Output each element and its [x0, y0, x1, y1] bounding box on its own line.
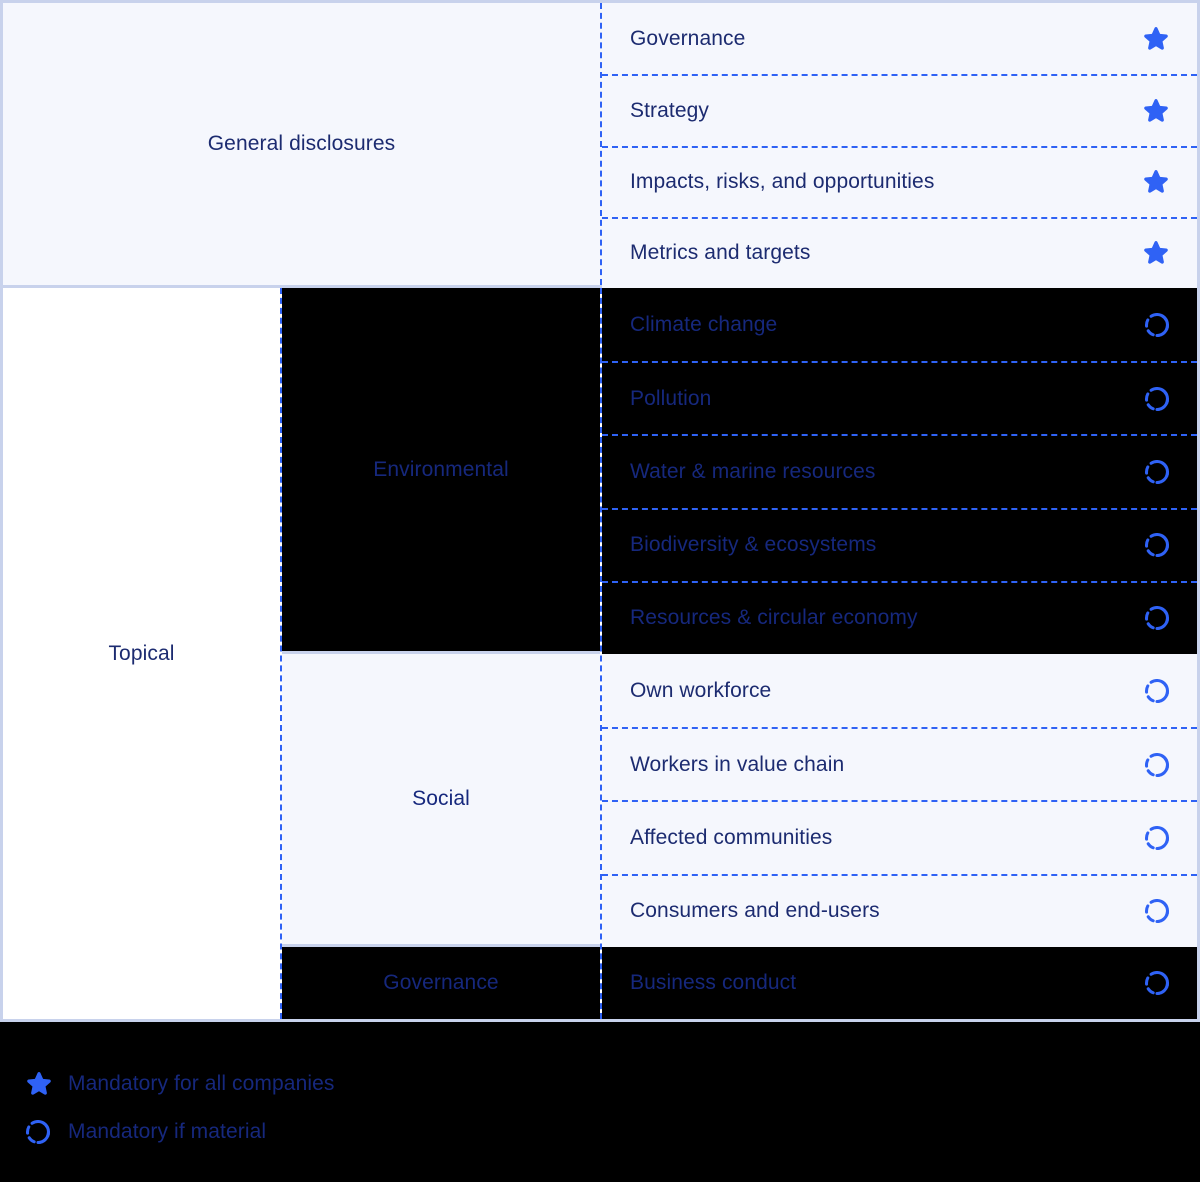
topic-row[interactable]: Workers in value chain	[602, 727, 1197, 801]
star-icon	[24, 1069, 68, 1099]
topic-list-environmental: Climate change Pollution Water & marine …	[602, 288, 1197, 654]
topic-label: Affected communities	[630, 825, 833, 849]
pillar-cell-social: Social	[282, 654, 600, 947]
topic-row[interactable]: Metrics and targets	[602, 216, 1197, 288]
dashed-circle-icon	[1143, 824, 1171, 852]
legend: Mandatory for all companies Mandatory if…	[0, 1022, 1200, 1182]
topic-row[interactable]: Strategy	[602, 74, 1197, 146]
topic-row[interactable]: Water & marine resources	[602, 434, 1197, 508]
legend-item-mandatory-if-material: Mandatory if material	[24, 1108, 1200, 1156]
dashed-circle-icon	[1143, 311, 1171, 339]
dashed-circle-icon	[1143, 458, 1171, 486]
topic-label: Impacts, risks, and opportunities	[630, 170, 935, 194]
topic-label: Pollution	[630, 386, 712, 410]
topic-label: Water & marine resources	[630, 459, 876, 483]
topic-row[interactable]: Affected communities	[602, 800, 1197, 874]
dashed-circle-icon	[1143, 969, 1171, 997]
dashed-circle-icon	[24, 1118, 68, 1146]
group-label-topical: Topical	[108, 641, 175, 665]
pillar-cell-environmental: Environmental	[282, 288, 600, 654]
pillar-label: Governance	[383, 971, 499, 994]
group-label-general-disclosures: General disclosures	[207, 132, 396, 155]
disclosure-matrix-table: General disclosures Governance Strategy	[0, 0, 1200, 1022]
group-cell-general-disclosures: General disclosures	[3, 3, 600, 285]
topic-label: Biodiversity & ecosystems	[630, 533, 877, 557]
topic-row[interactable]: Impacts, risks, and opportunities	[602, 145, 1197, 217]
dashed-circle-icon	[1143, 385, 1171, 413]
topic-label: Climate change	[630, 312, 778, 336]
star-icon	[1141, 167, 1171, 197]
topic-row[interactable]: Governance	[602, 3, 1197, 75]
topic-row[interactable]: Climate change	[602, 288, 1197, 362]
star-icon	[1141, 238, 1171, 268]
topic-list-social: Own workforce Workers in value chain Aff…	[602, 654, 1197, 947]
legend-item-mandatory-all: Mandatory for all companies	[24, 1060, 1200, 1108]
topic-row[interactable]: Resources & circular economy	[602, 580, 1197, 654]
topic-list-general-disclosures: Governance Strategy Impacts, risks, and …	[600, 3, 1197, 288]
topic-row[interactable]: Pollution	[602, 361, 1197, 435]
topic-label: Workers in value chain	[630, 752, 845, 776]
dashed-circle-icon	[1143, 751, 1171, 779]
topic-label: Metrics and targets	[630, 241, 811, 265]
topic-row[interactable]: Own workforce	[602, 654, 1197, 728]
pillar-cell-governance: Governance	[282, 947, 600, 1019]
esrs-disclosure-matrix: General disclosures Governance Strategy	[0, 0, 1200, 1182]
topical-band: Topical Environmental Social Governance	[3, 288, 1197, 1019]
dashed-circle-icon	[1143, 604, 1171, 632]
star-icon	[1141, 24, 1171, 54]
legend-label: Mandatory if material	[68, 1120, 267, 1143]
topic-row[interactable]: Biodiversity & ecosystems	[602, 507, 1197, 581]
star-icon	[1141, 96, 1171, 126]
topic-label: Consumers and end-users	[630, 899, 880, 923]
dashed-circle-icon	[1143, 531, 1171, 559]
pillar-label: Environmental	[373, 457, 509, 481]
dashed-circle-icon	[1143, 677, 1171, 705]
legend-label: Mandatory for all companies	[68, 1072, 335, 1095]
topic-list-governance: Business conduct	[602, 947, 1197, 1019]
topic-label: Business conduct	[630, 971, 797, 994]
topic-column: Climate change Pollution Water & marine …	[600, 288, 1197, 1019]
pillar-column: Environmental Social Governance	[280, 288, 600, 1019]
topic-label: Resources & circular economy	[630, 606, 918, 630]
topic-label: Own workforce	[630, 678, 772, 702]
topic-label: Governance	[630, 26, 746, 50]
dashed-circle-icon	[1143, 897, 1171, 925]
topic-row[interactable]: Consumers and end-users	[602, 873, 1197, 947]
pillar-label: Social	[412, 787, 470, 810]
group-cell-topical: Topical	[3, 288, 280, 1019]
general-disclosures-band: General disclosures Governance Strategy	[3, 3, 1197, 288]
topic-row[interactable]: Business conduct	[602, 947, 1197, 1019]
topic-label: Strategy	[630, 98, 710, 122]
